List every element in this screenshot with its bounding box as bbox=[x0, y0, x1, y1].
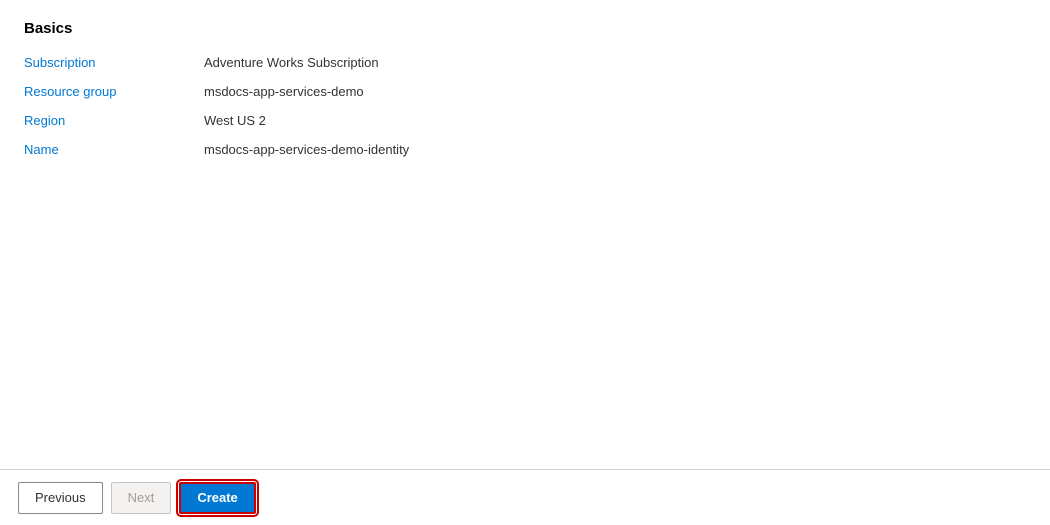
next-button: Next bbox=[111, 482, 172, 514]
field-label: Subscription bbox=[24, 55, 204, 70]
create-button[interactable]: Create bbox=[179, 482, 255, 514]
field-value: msdocs-app-services-demo-identity bbox=[204, 142, 409, 157]
field-label: Region bbox=[24, 113, 204, 128]
field-row: Resource groupmsdocs-app-services-demo bbox=[24, 84, 1026, 99]
field-row: SubscriptionAdventure Works Subscription bbox=[24, 55, 1026, 70]
field-value: West US 2 bbox=[204, 113, 266, 128]
main-content: Basics SubscriptionAdventure Works Subsc… bbox=[0, 0, 1050, 469]
section-title: Basics bbox=[24, 20, 1026, 37]
footer: Previous Next Create bbox=[0, 469, 1050, 525]
field-label: Name bbox=[24, 142, 204, 157]
fields-container: SubscriptionAdventure Works Subscription… bbox=[24, 55, 1026, 157]
previous-button[interactable]: Previous bbox=[18, 482, 103, 514]
field-row: RegionWest US 2 bbox=[24, 113, 1026, 128]
field-label: Resource group bbox=[24, 84, 204, 99]
field-row: Namemsdocs-app-services-demo-identity bbox=[24, 142, 1026, 157]
field-value: Adventure Works Subscription bbox=[204, 55, 379, 70]
field-value: msdocs-app-services-demo bbox=[204, 84, 364, 99]
